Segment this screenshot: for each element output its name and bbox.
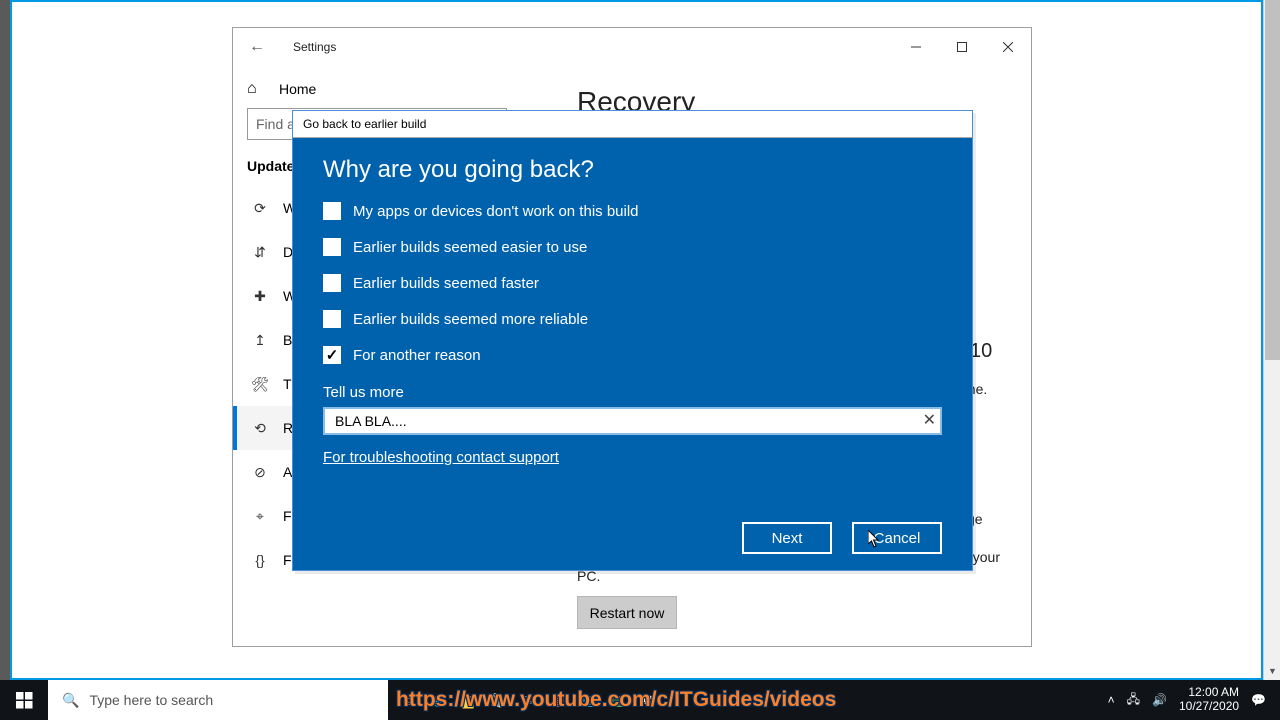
- recovery-icon: ⟲: [251, 420, 269, 437]
- clock-time: 12:00 AM: [1179, 686, 1239, 700]
- dev-icon: {}: [251, 552, 269, 568]
- option-label: Earlier builds seemed more reliable: [353, 311, 588, 328]
- photos-icon[interactable]: ▣: [574, 686, 602, 714]
- location-icon: ⌖: [251, 508, 269, 525]
- reason-option-1[interactable]: Earlier builds seemed easier to use: [323, 238, 942, 256]
- notifications-icon[interactable]: 💬: [1251, 693, 1266, 707]
- mail-icon[interactable]: ✉: [514, 686, 542, 714]
- start-button[interactable]: [0, 680, 48, 720]
- minimize-button[interactable]: [893, 32, 939, 63]
- restart-now-button[interactable]: Restart now: [577, 596, 677, 629]
- tell-us-more-label: Tell us more: [323, 384, 942, 401]
- bg-text-fragment: one.: [960, 380, 1280, 399]
- explorer-icon[interactable]: ▆: [454, 686, 482, 714]
- shield-icon: ✚: [251, 288, 269, 305]
- maximize-button[interactable]: [939, 32, 985, 63]
- check-icon: ⊘: [251, 464, 269, 481]
- settings-titlebar: ← Settings: [233, 28, 1031, 66]
- home-icon: ⌂: [247, 80, 265, 98]
- sync-icon: ⟳: [251, 200, 269, 217]
- checkbox-icon[interactable]: [323, 238, 341, 256]
- checkbox-icon[interactable]: [323, 274, 341, 292]
- dialog-titlebar: Go back to earlier build: [293, 111, 972, 138]
- tray-chevron-icon[interactable]: ˄: [1108, 693, 1115, 707]
- scrollbar-thumb[interactable]: [1265, 0, 1280, 360]
- bg-text-fragment: 10: [970, 340, 992, 363]
- cancel-button[interactable]: Cancel: [852, 522, 942, 554]
- next-button[interactable]: Next: [742, 522, 832, 554]
- checkbox-icon[interactable]: [323, 310, 341, 328]
- dialog-title-text: Go back to earlier build: [303, 117, 426, 131]
- desktop: ▲ ▼ ← Settings ⌂ Home Find a setting: [0, 0, 1280, 720]
- back-icon[interactable]: ←: [249, 38, 269, 56]
- option-label: For another reason: [353, 347, 481, 364]
- rollback-dialog: Go back to earlier build Why are you goi…: [292, 110, 973, 571]
- app2-icon[interactable]: ▥: [604, 686, 632, 714]
- search-icon: 🔍: [62, 692, 79, 709]
- taskbar-search-placeholder: Type here to search: [89, 692, 213, 708]
- home-nav[interactable]: ⌂ Home: [247, 76, 539, 108]
- scroll-down-icon[interactable]: ▼: [1264, 663, 1280, 680]
- close-button[interactable]: [985, 32, 1031, 63]
- edge-icon[interactable]: ◉: [424, 686, 452, 714]
- store-icon[interactable]: 🛍: [484, 686, 512, 714]
- reason-option-4[interactable]: ✓ For another reason: [323, 346, 942, 364]
- network-icon[interactable]: 🖧: [1127, 690, 1140, 711]
- checkbox-checked-icon[interactable]: ✓: [323, 346, 341, 364]
- volume-icon[interactable]: 🔊: [1152, 693, 1167, 707]
- checkbox-icon[interactable]: [323, 202, 341, 220]
- clock-date: 10/27/2020: [1179, 700, 1239, 714]
- next-label: Next: [772, 530, 803, 547]
- tell-us-more-input[interactable]: [323, 407, 942, 435]
- taskbar: 🔍 Type here to search ⧉ ◉ ▆ 🛍 ✉ ▦ ▣ ▥ ⚙ …: [0, 680, 1280, 720]
- support-link[interactable]: For troubleshooting contact support: [323, 449, 942, 466]
- reason-option-0[interactable]: My apps or devices don't work on this bu…: [323, 202, 942, 220]
- task-view-icon[interactable]: ⧉: [394, 686, 422, 714]
- backup-icon: ↥: [251, 332, 269, 349]
- wrench-icon: 🛠: [251, 376, 269, 393]
- pinned-apps: ⧉ ◉ ▆ 🛍 ✉ ▦ ▣ ▥ ⚙: [394, 686, 662, 714]
- taskbar-search[interactable]: 🔍 Type here to search: [48, 680, 388, 720]
- app-icon[interactable]: ▦: [544, 686, 572, 714]
- option-label: My apps or devices don't work on this bu…: [353, 203, 639, 220]
- reason-option-3[interactable]: Earlier builds seemed more reliable: [323, 310, 942, 328]
- outer-scrollbar[interactable]: ▲ ▼: [1263, 0, 1280, 680]
- system-tray: ˄ 🖧 🔊 12:00 AM 10/27/2020 💬: [1108, 686, 1280, 714]
- dialog-heading: Why are you going back?: [323, 156, 942, 184]
- cancel-label: Cancel: [874, 530, 921, 547]
- restart-label: Restart now: [590, 605, 665, 621]
- taskbar-clock[interactable]: 12:00 AM 10/27/2020: [1179, 686, 1239, 714]
- settings-title: Settings: [293, 40, 336, 54]
- reason-option-2[interactable]: Earlier builds seemed faster: [323, 274, 942, 292]
- option-label: Earlier builds seemed faster: [353, 275, 539, 292]
- clear-input-icon[interactable]: ✕: [923, 410, 936, 430]
- option-label: Earlier builds seemed easier to use: [353, 239, 587, 256]
- delivery-icon: ⇵: [251, 244, 269, 261]
- settings-taskbar-icon[interactable]: ⚙: [634, 686, 662, 714]
- home-label: Home: [279, 81, 316, 97]
- windows-logo-icon: [16, 692, 33, 709]
